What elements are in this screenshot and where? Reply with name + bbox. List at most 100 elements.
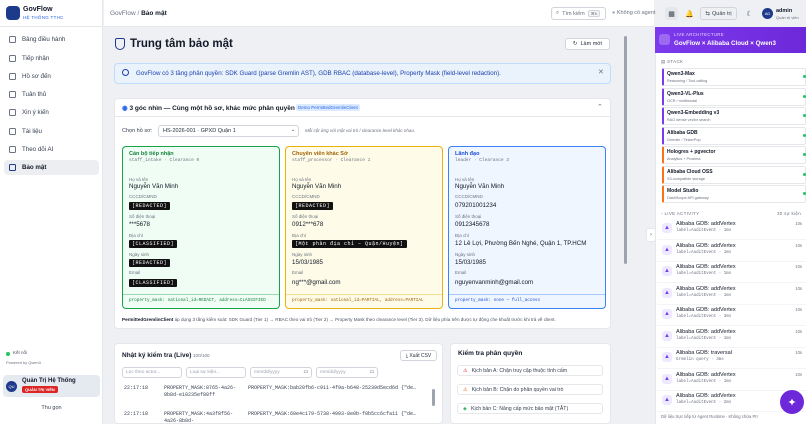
sidebar-item-security[interactable]: Bảo mật [4,160,99,175]
database-icon: ▲ [662,223,672,233]
stack-item[interactable]: Alibaba GDB Gremlin / TinkerPop [662,126,806,145]
export-csv-button[interactable]: ⤓ Xuất CSV [400,350,437,361]
database-icon: ▲ [662,395,672,405]
chevron-up-icon[interactable]: ⌃ [597,103,603,111]
stack-item[interactable]: Qwen3-Embedding v3 RAG dense vector searc… [662,107,806,125]
user-role-badge: QUẢN TRỊ VIÊN [22,386,58,393]
info-text: GovFlow có 3 tầng phân quyền: SDK Guard … [136,70,501,77]
warning-icon: ⚠ [463,386,468,393]
admin-avatar[interactable]: AD [762,8,773,19]
role-switch-button[interactable]: ⇆ Quản trị [700,7,737,20]
activity-item[interactable]: ▲ Alibaba GDB: addVertex label=AuditEvent … [657,369,806,391]
moon-icon[interactable]: ☾ [743,7,756,20]
actor-filter-input[interactable]: Lọc theo actor... [122,367,182,378]
shield-icon [9,164,16,171]
close-icon[interactable]: ✕ [598,68,604,76]
activity-item[interactable]: ▲ Alibaba GDB: addVertex label=AuditEvent … [657,283,806,305]
breadcrumb-app[interactable]: GovFlow [110,10,136,17]
legend-text: PermittedGremlinClient áp dụng 3 tầng ki… [122,317,556,322]
architecture-label: LIVE ARCHITECTURE [674,32,724,37]
assistant-fab-button[interactable]: ✦ [780,390,804,414]
audit-scrollbar[interactable] [432,389,435,406]
stack-item[interactable]: Qwen3-Max Reasoning / Tool-calling [662,68,806,86]
field-value: 15/03/1985 [292,259,323,266]
panel-toggle-icon[interactable]: ▦ [665,7,678,20]
date-from-input[interactable]: mm/dd/yyyy ▭ [250,367,312,378]
log-row[interactable]: 22:17:18 [124,385,148,391]
log-row[interactable]: 22:17:18 [124,411,148,417]
activity-label: ◦ LIVE ACTIVITY 30 sự kiện [661,211,801,216]
activity-time: 10s [795,285,802,291]
field-label: Địa chỉ [292,233,306,238]
field-label: Số điện thoại [455,214,482,219]
scenario-c-button[interactable]: ◈ Kịch bản C: Nâng cấp mức bảo mật (TẮT) [457,403,603,414]
sidebar-item-compliance[interactable]: Tuân thủ [4,87,99,102]
field-label: Họ và tên [292,177,312,182]
stack-name: Qwen3-Embedding v3 [667,110,720,116]
date-to-input[interactable]: mm/dd/yyyy ▭ [316,367,378,378]
field-value: 079201001234 [455,202,497,209]
activity-item[interactable]: ▲ Alibaba GDB: addVertex label=AuditEvent … [657,240,806,262]
field-label: Số điện thoại [292,214,319,219]
scenario-label: Kịch bản A: Chặn truy cập thuộc tính cấm [471,367,568,374]
log-time: 22:17:18 [124,385,149,391]
card-title: Chuyên viên khác Sở [292,151,348,157]
sidebar-item-label: Tiếp nhận [22,55,50,62]
field-value: [CLASSIFIED] [129,240,178,248]
sidebar-item-intake[interactable]: Tiếp nhận [4,51,99,66]
chevron-right-icon[interactable]: › [646,228,656,242]
stack-item[interactable]: Model Studio DashScope API gateway [662,185,806,203]
sidebar-item-ai-monitor[interactable]: Theo dõi AI [4,142,99,157]
date-from-placeholder: mm/dd/yyyy [254,370,280,375]
bolt-icon [659,34,670,45]
pulse-icon: ◦ [661,211,663,216]
plus-icon [9,55,16,62]
main-scrollbar[interactable] [624,36,627,264]
refresh-button[interactable]: ↻ Làm mới [565,38,610,50]
activity-desc: label=AuditEvent · 1ms [676,250,732,255]
stack-item[interactable]: Qwen3-VL-Plus OCR / multimodal [662,87,806,106]
chat-icon [9,109,16,116]
logo-icon [6,6,20,20]
event-filter-input[interactable]: Loại sự kiện... [186,367,246,378]
activity-item[interactable]: ▲ Alibaba GDB: addVertex label=AuditEvent … [657,218,806,240]
field-value: 12 Lê Lợi, Phường Bến Nghé, Quận 1, TP.H… [455,240,587,247]
field-label: Họ và tên [129,177,149,182]
folder-icon [9,73,16,80]
activity-time: 10s [795,242,802,248]
activity-label-text: LIVE ACTIVITY [664,211,700,216]
refresh-icon: ↻ [572,41,578,47]
log-event: PROPERTY_MASK:8765-4a26-8b8d-e10235ef88f… [164,385,237,398]
stack-name: Alibaba GDB [667,129,698,136]
sidebar-item-documents[interactable]: Tài liệu [4,124,99,139]
search-input[interactable]: ⌕ Tìm kiếm ⌘K [551,7,606,20]
field-value: [Một phần địa chỉ – Quận/Huyện] [292,240,407,248]
divider [114,116,611,117]
legend-bold: PermittedGremlinClient [122,317,174,322]
activity-name: Alibaba GDB: addVertex [676,242,736,249]
activity-name: Alibaba GDB: addVertex [676,264,736,270]
collapse-sidebar-button[interactable]: Thu gọn [0,405,103,411]
sidebar-item-label: Bảng điều hành [22,36,66,43]
sidebar-item-inbox[interactable]: Hồ sơ đến [4,69,99,84]
export-label: Xuất CSV [409,352,432,359]
card-title: Lãnh đạo [455,151,480,157]
activity-item[interactable]: ▲ Alibaba GDB: addVertex label=AuditEvent … [657,304,806,326]
scenario-b-button[interactable]: ⚠ Kịch bản B: Chặn do phân quyền vai trò [457,384,603,395]
database-icon: ▲ [662,373,672,384]
stack-item[interactable]: Hologres + pgvector Analytics + Proxima [662,146,806,164]
activity-item[interactable]: ▲ Alibaba GDB: addVertex label=AuditEvent … [657,326,806,348]
stack-name: Hologres + pgvector [667,149,716,155]
stack-label: ▤ STACK [661,59,683,65]
sidebar-item-consult[interactable]: Xin ý kiến [4,105,99,120]
stack-name: Qwen3-VL-Plus [667,90,704,97]
scenario-a-button[interactable]: ⚠ Kịch bản A: Chặn truy cập thuộc tính cấ… [457,365,603,376]
activity-item[interactable]: ▲ Alibaba GDB: addVertex label=AuditEvent … [657,261,806,283]
record-select[interactable]: HS-2026-001 · GPXD Quận 1 [158,125,299,137]
activity-item[interactable]: ▲ Alibaba GDB: traversal Gremlin query · 3… [657,347,806,369]
sidebar-item-dashboard[interactable]: Bảng điều hành [4,32,99,47]
sidebar-item-label: Hồ sơ đến [22,73,51,80]
check-icon [9,91,16,98]
bell-icon[interactable]: 🔔 [683,7,696,20]
stack-item[interactable]: Alibaba Cloud OSS S3-compatible storage [662,165,806,184]
